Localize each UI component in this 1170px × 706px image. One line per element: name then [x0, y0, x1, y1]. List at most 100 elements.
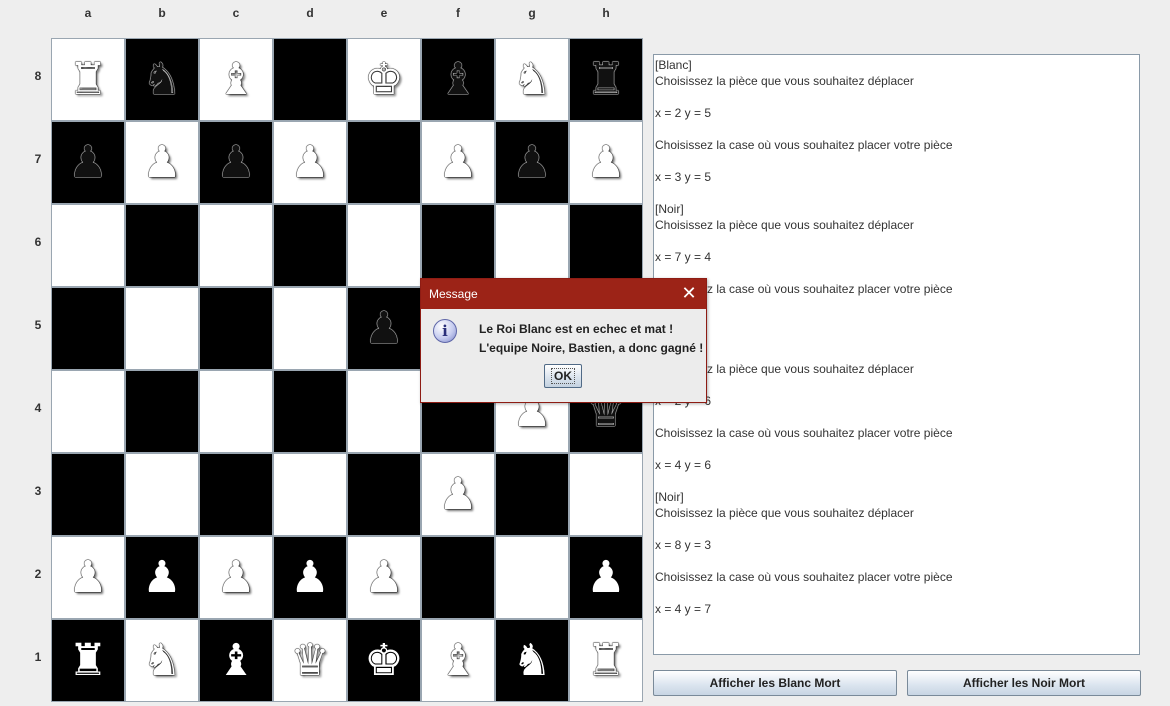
square-b7[interactable]: ♟: [125, 121, 199, 204]
ok-button[interactable]: OK: [544, 364, 582, 388]
square-h2[interactable]: ♟: [569, 536, 643, 619]
file-label-g: g: [528, 6, 536, 20]
log-line: [Noir]: [655, 490, 684, 504]
square-d5[interactable]: [273, 287, 347, 370]
log-line: x = 2 y = 6: [655, 394, 712, 408]
square-h1[interactable]: ♜: [569, 619, 643, 702]
piece-e2[interactable]: ♟: [364, 555, 403, 600]
square-f1[interactable]: ♝: [421, 619, 495, 702]
square-a7[interactable]: ♟: [51, 121, 125, 204]
close-icon[interactable]: ✕: [680, 283, 698, 303]
square-c7[interactable]: ♟: [199, 121, 273, 204]
square-e7[interactable]: [347, 121, 421, 204]
piece-h1[interactable]: ♜: [586, 638, 625, 683]
square-f6[interactable]: [421, 204, 495, 287]
piece-e5[interactable]: ♟: [364, 306, 403, 351]
square-d2[interactable]: ♟: [273, 536, 347, 619]
piece-a8[interactable]: ♜: [68, 57, 107, 102]
square-a1[interactable]: ♜: [51, 619, 125, 702]
piece-d1[interactable]: ♛: [290, 638, 329, 683]
rank-label-2: 2: [34, 567, 42, 581]
square-b5[interactable]: [125, 287, 199, 370]
piece-b7[interactable]: ♟: [142, 140, 181, 185]
move-log[interactable]: [Blanc] Choisissez la pièce que vous souh…: [653, 54, 1140, 655]
square-e1[interactable]: ♚: [347, 619, 421, 702]
square-e8[interactable]: ♚: [347, 38, 421, 121]
square-g1[interactable]: ♞: [495, 619, 569, 702]
square-f3[interactable]: ♟: [421, 453, 495, 536]
piece-a2[interactable]: ♟: [68, 555, 107, 600]
square-c1[interactable]: ♝: [199, 619, 273, 702]
piece-c1[interactable]: ♝: [216, 638, 255, 683]
piece-g7[interactable]: ♟: [512, 140, 551, 185]
piece-h2[interactable]: ♟: [586, 555, 625, 600]
square-a6[interactable]: [51, 204, 125, 287]
piece-a1[interactable]: ♜: [68, 638, 107, 683]
square-d6[interactable]: [273, 204, 347, 287]
square-a4[interactable]: [51, 370, 125, 453]
square-b1[interactable]: ♞: [125, 619, 199, 702]
square-g6[interactable]: [495, 204, 569, 287]
piece-f1[interactable]: ♝: [438, 638, 477, 683]
square-d7[interactable]: ♟: [273, 121, 347, 204]
piece-h7[interactable]: ♟: [586, 140, 625, 185]
square-h3[interactable]: [569, 453, 643, 536]
square-g8[interactable]: ♞: [495, 38, 569, 121]
square-a8[interactable]: ♜: [51, 38, 125, 121]
square-f8[interactable]: ♝: [421, 38, 495, 121]
square-g2[interactable]: [495, 536, 569, 619]
square-d1[interactable]: ♛: [273, 619, 347, 702]
square-c2[interactable]: ♟: [199, 536, 273, 619]
square-e2[interactable]: ♟: [347, 536, 421, 619]
piece-e8[interactable]: ♚: [364, 57, 403, 102]
piece-g8[interactable]: ♞: [512, 57, 551, 102]
square-c5[interactable]: [199, 287, 273, 370]
square-f2[interactable]: [421, 536, 495, 619]
square-c3[interactable]: [199, 453, 273, 536]
piece-b2[interactable]: ♟: [142, 555, 181, 600]
square-a2[interactable]: ♟: [51, 536, 125, 619]
show-dead-white-button[interactable]: Afficher les Blanc Mort: [653, 670, 897, 696]
square-d8[interactable]: [273, 38, 347, 121]
square-h8[interactable]: ♜: [569, 38, 643, 121]
piece-e1[interactable]: ♚: [364, 638, 403, 683]
square-b4[interactable]: [125, 370, 199, 453]
piece-f3[interactable]: ♟: [438, 472, 477, 517]
square-f7[interactable]: ♟: [421, 121, 495, 204]
piece-h8[interactable]: ♜: [586, 57, 625, 102]
square-a3[interactable]: [51, 453, 125, 536]
square-e4[interactable]: [347, 370, 421, 453]
piece-b8[interactable]: ♞: [142, 57, 181, 102]
square-e5[interactable]: ♟: [347, 287, 421, 370]
piece-f8[interactable]: ♝: [438, 57, 477, 102]
square-d3[interactable]: [273, 453, 347, 536]
square-b2[interactable]: ♟: [125, 536, 199, 619]
square-a5[interactable]: [51, 287, 125, 370]
dialog-title-bar[interactable]: Message ✕: [421, 279, 706, 309]
log-line: Choisissez la pièce que vous souhaitez d…: [655, 506, 914, 520]
square-c6[interactable]: [199, 204, 273, 287]
piece-a7[interactable]: ♟: [68, 140, 107, 185]
square-g3[interactable]: [495, 453, 569, 536]
square-c4[interactable]: [199, 370, 273, 453]
piece-c2[interactable]: ♟: [216, 555, 255, 600]
piece-b1[interactable]: ♞: [142, 638, 181, 683]
piece-c7[interactable]: ♟: [216, 140, 255, 185]
square-e6[interactable]: [347, 204, 421, 287]
square-b8[interactable]: ♞: [125, 38, 199, 121]
piece-d2[interactable]: ♟: [290, 555, 329, 600]
square-c8[interactable]: ♝: [199, 38, 273, 121]
square-h7[interactable]: ♟: [569, 121, 643, 204]
square-d4[interactable]: [273, 370, 347, 453]
show-dead-black-button[interactable]: Afficher les Noir Mort: [907, 670, 1141, 696]
piece-d7[interactable]: ♟: [290, 140, 329, 185]
piece-g1[interactable]: ♞: [512, 638, 551, 683]
square-b6[interactable]: [125, 204, 199, 287]
square-h6[interactable]: [569, 204, 643, 287]
piece-c8[interactable]: ♝: [216, 57, 255, 102]
square-g7[interactable]: ♟: [495, 121, 569, 204]
square-b3[interactable]: [125, 453, 199, 536]
square-e3[interactable]: [347, 453, 421, 536]
piece-f7[interactable]: ♟: [438, 140, 477, 185]
